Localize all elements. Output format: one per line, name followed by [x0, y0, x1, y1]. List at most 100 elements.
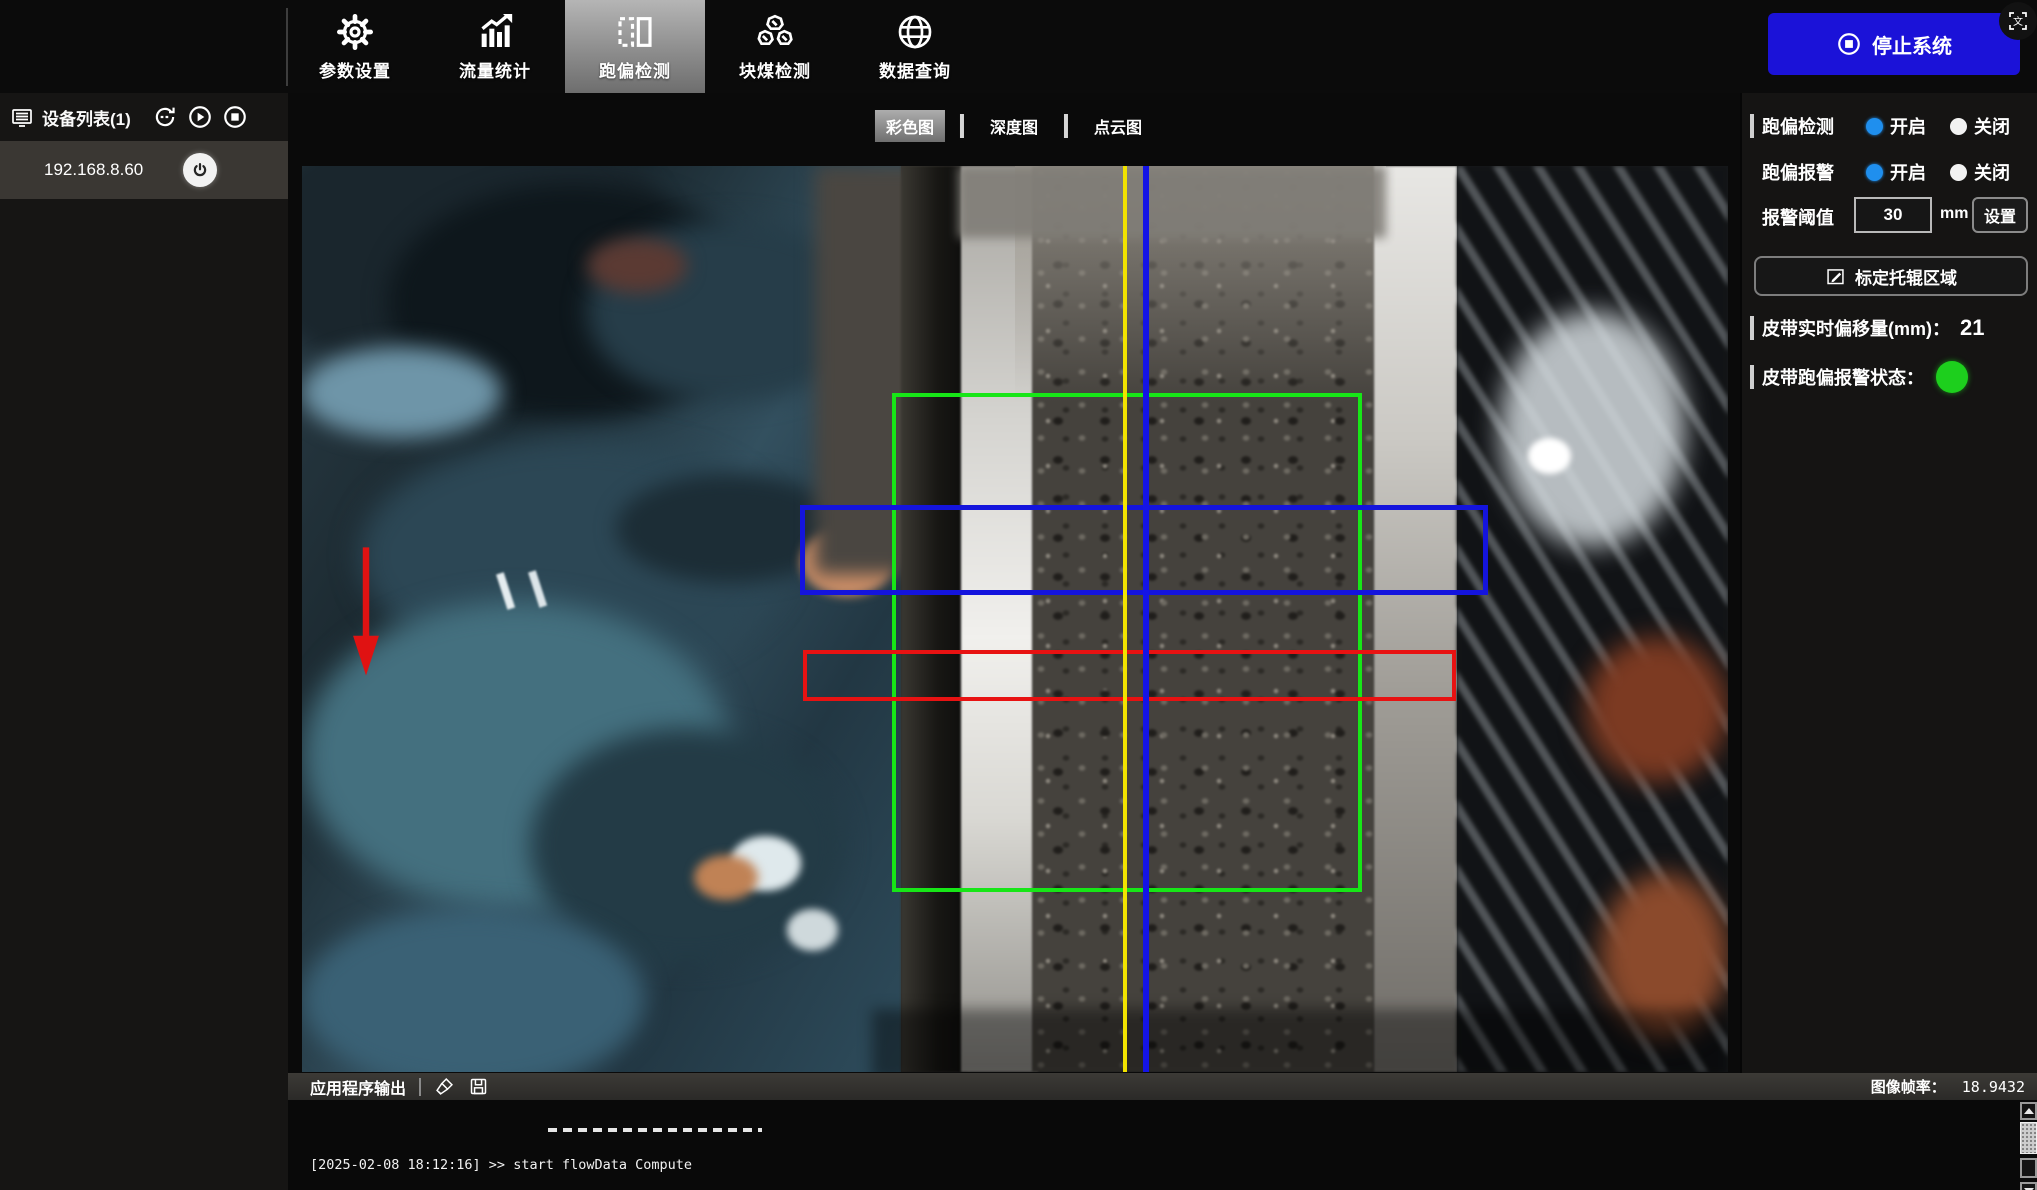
coal-lumps-icon — [755, 12, 795, 52]
tab-data-query[interactable]: 数据查询 — [845, 0, 985, 93]
alarm-status-indicator — [1936, 361, 1968, 393]
log-scrollbar — [2020, 1100, 2037, 1190]
threshold-row: 报警阈值 mm 设置 — [1742, 197, 2037, 233]
photo-blob — [1500, 311, 1685, 547]
log-panel: 应用程序输出 图像帧率： 18.9432 [2025-02-08 18:12:1… — [288, 1073, 2037, 1190]
scroll-down-button[interactable] — [2020, 1182, 2037, 1190]
section-tick — [1750, 316, 1754, 340]
view-tab-divider — [1064, 114, 1068, 138]
threshold-set-button[interactable]: 设置 — [1972, 197, 2028, 233]
control-panel: 跑偏检测 开启 关闭 跑偏报警 开启 关闭 报警阈值 mm 设置 标定托辊区域 — [1740, 93, 2037, 1073]
photo-blob — [587, 238, 687, 292]
direction-arrow-red — [346, 542, 386, 682]
photo-blob — [302, 347, 502, 438]
tab-label: 块煤检测 — [739, 57, 811, 82]
translate-icon: 文 — [2006, 9, 2030, 33]
svg-text:文: 文 — [2013, 15, 2023, 28]
deviation-icon — [615, 12, 655, 52]
photo-layer — [1374, 166, 1457, 1072]
log-line-clipped — [548, 1128, 762, 1132]
refresh-icon[interactable] — [152, 104, 178, 130]
deviation-detect-row: 跑偏检测 开启 关闭 — [1750, 113, 2010, 139]
alarm-off-radio[interactable] — [1950, 164, 1967, 181]
main-content: 彩色图 深度图 点云图 — [288, 93, 1740, 1073]
app-window: 参数设置 流量统计 跑偏检测 块煤 — [0, 0, 2037, 1190]
device-row[interactable]: 192.168.8.60 — [0, 141, 288, 199]
threshold-input[interactable] — [1854, 197, 1932, 233]
photo-layer — [872, 1009, 1728, 1072]
scroll-up-button[interactable] — [2020, 1102, 2037, 1120]
alarm-status-row: 皮带跑偏报警状态： — [1750, 361, 1968, 393]
device-list-icon — [10, 105, 34, 129]
section-tick — [1750, 114, 1754, 138]
reference-line-yellow — [1123, 166, 1127, 1072]
detect-on-radio[interactable] — [1866, 118, 1883, 135]
alarm-region-overlay-red — [803, 650, 1456, 702]
tab-point-cloud[interactable]: 点云图 — [1083, 110, 1153, 142]
stop-icon[interactable] — [222, 104, 248, 130]
calibrate-roller-label: 标定托辊区域 — [1855, 264, 1957, 289]
clear-log-icon[interactable] — [434, 1076, 455, 1097]
belt-center-line-blue — [1143, 166, 1149, 1072]
offset-value: 21 — [1960, 315, 1984, 341]
tab-depth-image[interactable]: 深度图 — [979, 110, 1049, 142]
stop-system-button[interactable]: 停止系统 — [1768, 13, 2020, 75]
play-icon[interactable] — [187, 104, 213, 130]
power-icon — [189, 159, 211, 181]
device-power-button[interactable] — [183, 153, 217, 187]
calibrate-roller-button[interactable]: 标定托辊区域 — [1754, 256, 2028, 296]
offset-row: 皮带实时偏移量(mm)： 21 — [1750, 315, 1984, 341]
view-tab-divider — [960, 114, 964, 138]
tab-parameter-settings[interactable]: 参数设置 — [285, 0, 425, 93]
tab-label: 数据查询 — [879, 57, 951, 82]
camera-view — [302, 166, 1728, 1072]
save-log-icon[interactable] — [468, 1076, 489, 1097]
bar-chart-icon — [475, 12, 515, 52]
edit-region-icon — [1825, 266, 1846, 287]
tab-coal-detection[interactable]: 块煤检测 — [705, 0, 845, 93]
tab-label: 参数设置 — [319, 57, 391, 82]
translate-overlay-badge[interactable]: 文 — [1999, 2, 2037, 40]
tab-flow-statistics[interactable]: 流量统计 — [425, 0, 565, 93]
device-sidebar: 设备列表(1) 192.168.8.60 — [0, 93, 288, 1190]
framerate-label: 图像帧率： — [1871, 1076, 1946, 1097]
stop-system-label: 停止系统 — [1872, 30, 1952, 59]
photo-blob — [1585, 637, 1728, 782]
log-line: [2025-02-08 18:12:16] >> start flowData … — [310, 1159, 2020, 1172]
deviation-detect-label: 跑偏检测 — [1762, 113, 1866, 139]
threshold-unit: mm — [1940, 205, 1968, 223]
detect-on-label[interactable]: 开启 — [1890, 113, 1926, 139]
scrollbar-track-box[interactable] — [2020, 1158, 2037, 1178]
offset-label: 皮带实时偏移量(mm)： — [1762, 315, 1950, 341]
gear-icon — [335, 12, 375, 52]
photo-blob — [787, 909, 838, 951]
photo-blob — [1528, 438, 1571, 474]
log-header-divider — [419, 1078, 421, 1096]
toolbar: 参数设置 流量统计 跑偏检测 块煤 — [0, 0, 2037, 93]
globe-icon — [895, 12, 935, 52]
tab-color-image[interactable]: 彩色图 — [875, 110, 945, 142]
log-output: [2025-02-08 18:12:16] >> start flowData … — [288, 1100, 2020, 1190]
deviation-alarm-row: 跑偏报警 开启 关闭 — [1762, 159, 2010, 185]
alarm-on-label[interactable]: 开启 — [1890, 159, 1926, 185]
alarm-on-radio[interactable] — [1866, 164, 1883, 181]
device-list-title: 设备列表(1) — [42, 105, 131, 130]
detect-off-label[interactable]: 关闭 — [1974, 113, 2010, 139]
up-arrow-icon — [2024, 1108, 2034, 1114]
log-title: 应用程序输出 — [310, 1075, 406, 1099]
alarm-status-label: 皮带跑偏报警状态： — [1762, 364, 1924, 390]
photo-layer — [958, 166, 1386, 238]
threshold-label: 报警阈值 — [1762, 204, 1834, 230]
tab-label: 跑偏检测 — [599, 57, 671, 82]
view-tabs: 彩色图 深度图 点云图 — [875, 110, 1153, 142]
scrollbar-thumb[interactable] — [2020, 1122, 2037, 1154]
alarm-off-label[interactable]: 关闭 — [1974, 159, 2010, 185]
section-tick — [1750, 365, 1754, 389]
deviation-alarm-label: 跑偏报警 — [1762, 159, 1866, 185]
framerate-value: 18.9432 — [1962, 1078, 2025, 1096]
photo-blob — [694, 855, 758, 900]
tab-deviation-detection[interactable]: 跑偏检测 — [565, 0, 705, 93]
stop-circle-icon — [1836, 31, 1862, 57]
device-actions — [152, 104, 248, 130]
detect-off-radio[interactable] — [1950, 118, 1967, 135]
